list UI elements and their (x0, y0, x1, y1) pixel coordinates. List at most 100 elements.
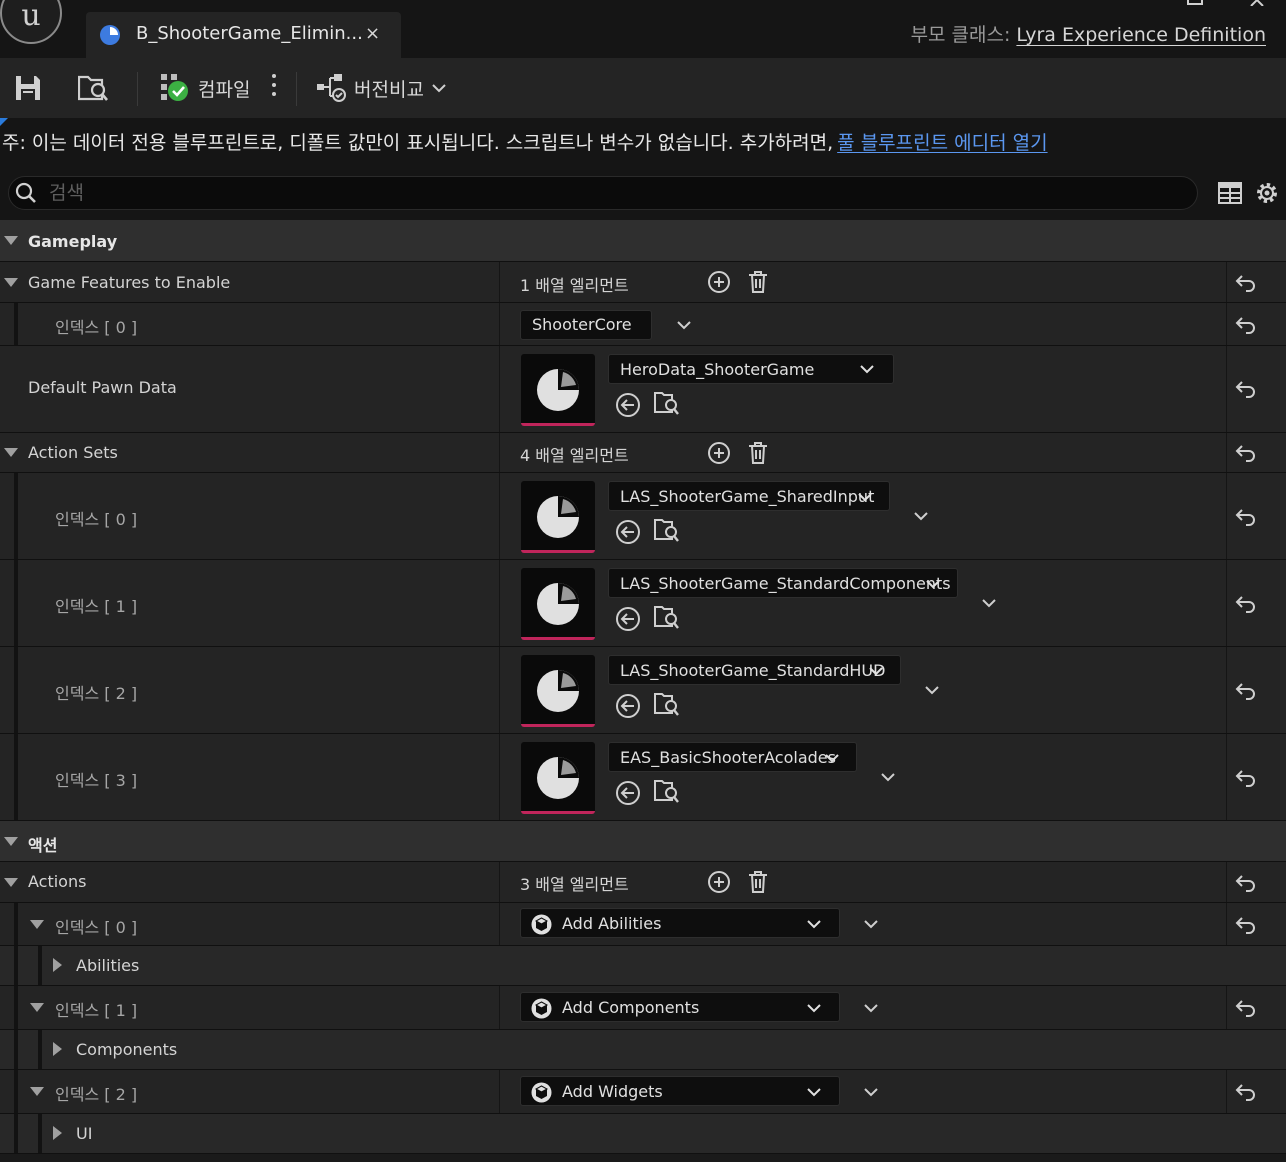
action-set-picker[interactable]: LAS_ShooterGame_SharedInput (608, 481, 890, 511)
diff-label: 버전비교 (354, 78, 424, 101)
expand-arrow-icon[interactable] (30, 1087, 44, 1096)
save-button[interactable] (14, 68, 42, 108)
reset-to-default-icon[interactable] (1235, 769, 1257, 787)
chevron-down-icon[interactable] (676, 320, 692, 330)
browse-to-asset-icon[interactable] (654, 390, 680, 416)
pawn-data-picker[interactable]: HeroData_ShooterGame (608, 354, 894, 384)
compile-label: 컴파일 (198, 78, 251, 101)
parent-class-info: 부모 클래스: Lyra Experience Definition (911, 20, 1266, 47)
action-class-picker[interactable]: Add Widgets (520, 1076, 840, 1106)
array-index-label: 인덱스 [ 3 ] (55, 771, 138, 790)
use-selected-asset-icon[interactable] (615, 392, 641, 418)
expand-arrow-icon[interactable] (4, 878, 18, 887)
browse-to-asset-icon[interactable] (654, 778, 680, 804)
use-selected-asset-icon[interactable] (615, 693, 641, 719)
reset-to-default-icon[interactable] (1235, 380, 1257, 398)
reset-to-default-icon[interactable] (1235, 595, 1257, 613)
asset-thumbnail[interactable] (521, 742, 595, 814)
category-actions[interactable]: 액션 (0, 821, 1286, 862)
chevron-down-icon (807, 920, 821, 929)
expand-arrow-icon[interactable] (4, 448, 18, 457)
data-asset-pie-icon (537, 369, 579, 411)
browse-to-asset-icon[interactable] (654, 691, 680, 717)
action-class-icon (531, 998, 552, 1019)
asset-thumbnail[interactable] (521, 655, 595, 727)
browse-to-asset-icon[interactable] (654, 517, 680, 543)
action-class-picker[interactable]: Add Components (520, 992, 840, 1022)
property-matrix-icon[interactable] (1218, 181, 1242, 205)
parent-class-label: 부모 클래스: (910, 24, 1011, 46)
chevron-down-icon (825, 754, 839, 763)
action-set-picker[interactable]: EAS_BasicShooterAcolades (608, 742, 857, 772)
collapse-arrow-icon[interactable] (53, 958, 62, 972)
reset-to-default-icon[interactable] (1235, 508, 1257, 526)
title-bar: u B_ShooterGame_Elimin... × 부모 클래스: Lyra … (0, 0, 1286, 58)
game-feature-name-field[interactable]: ShooterCore (520, 310, 652, 340)
close-window-icon[interactable] (1250, 0, 1266, 6)
add-element-icon[interactable] (707, 441, 731, 465)
asset-thumbnail[interactable] (521, 568, 595, 640)
reset-to-default-icon[interactable] (1235, 999, 1257, 1017)
reset-to-default-icon[interactable] (1235, 1083, 1257, 1101)
struct-child-row[interactable]: Components (0, 1030, 1286, 1070)
action-class-picker[interactable]: Add Abilities (520, 908, 840, 938)
use-selected-asset-icon[interactable] (615, 519, 641, 545)
browse-to-asset-icon[interactable] (654, 604, 680, 630)
reset-to-default-icon[interactable] (1235, 682, 1257, 700)
asset-thumbnail[interactable] (521, 481, 595, 553)
struct-child-row[interactable]: Abilities (0, 946, 1286, 986)
chevron-down-icon (860, 365, 874, 374)
add-element-icon[interactable] (707, 870, 731, 894)
open-full-editor-link[interactable]: 풀 블루프린트 에디터 열기 (837, 132, 1047, 154)
chevron-down-icon[interactable] (913, 511, 929, 521)
restore-window-icon[interactable] (1186, 0, 1204, 6)
chevron-down-icon[interactable] (924, 685, 940, 695)
data-asset-pie-icon (537, 670, 579, 712)
chevron-down-icon[interactable] (863, 919, 879, 929)
struct-child-row[interactable]: UI (0, 1114, 1286, 1154)
category-gameplay[interactable]: Gameplay (0, 220, 1286, 262)
chevron-down-icon[interactable] (981, 598, 997, 608)
use-selected-asset-icon[interactable] (615, 780, 641, 806)
unreal-logo-icon[interactable]: u (0, 0, 62, 44)
use-selected-asset-icon[interactable] (615, 606, 641, 632)
tab-close-button[interactable]: × (365, 23, 380, 44)
compile-button[interactable]: 컴파일 (160, 68, 250, 108)
expand-arrow-icon[interactable] (4, 278, 18, 287)
reset-to-default-icon[interactable] (1235, 444, 1257, 462)
array-item-row: 인덱스 [ 2 ] Add Widgets (0, 1070, 1286, 1114)
array-index-label: 인덱스 [ 2 ] (55, 684, 138, 703)
gear-icon[interactable] (1254, 180, 1280, 206)
property-label: Default Pawn Data (28, 378, 177, 397)
chevron-down-icon[interactable] (880, 772, 896, 782)
array-item-row: 인덱스 [ 1 ] Add Components (0, 986, 1286, 1030)
reset-to-default-icon[interactable] (1235, 916, 1257, 934)
collapse-arrow-icon[interactable] (53, 1042, 62, 1056)
search-box[interactable] (8, 176, 1198, 210)
asset-thumbnail[interactable] (521, 354, 595, 426)
parent-class-link[interactable]: Lyra Experience Definition (1016, 24, 1266, 46)
document-tab[interactable]: B_ShooterGame_Elimin... × (86, 12, 401, 58)
trash-icon[interactable] (746, 441, 770, 465)
diff-button[interactable]: 버전비교 (316, 68, 446, 108)
expand-arrow-icon[interactable] (30, 920, 44, 929)
collapse-arrow-icon[interactable] (53, 1126, 62, 1140)
expand-arrow-icon[interactable] (30, 1003, 44, 1012)
action-class-icon (531, 914, 552, 935)
action-set-picker[interactable]: LAS_ShooterGame_StandardHUD (608, 655, 901, 685)
action-set-picker[interactable]: LAS_ShooterGame_StandardComponents (608, 568, 958, 598)
reset-to-default-icon[interactable] (1235, 316, 1257, 334)
search-input[interactable] (49, 179, 1149, 207)
chevron-down-icon[interactable] (863, 1003, 879, 1013)
property-row-action-sets: Action Sets 4 배열 엘리먼트 (0, 433, 1286, 473)
reset-to-default-icon[interactable] (1235, 274, 1257, 292)
expand-arrow-icon[interactable] (4, 837, 18, 846)
trash-icon[interactable] (746, 870, 770, 894)
trash-icon[interactable] (746, 270, 770, 294)
browse-asset-button[interactable] (78, 68, 110, 108)
reset-to-default-icon[interactable] (1235, 874, 1257, 892)
chevron-down-icon[interactable] (863, 1087, 879, 1097)
add-element-icon[interactable] (707, 270, 731, 294)
compile-options-icon[interactable] (271, 74, 277, 101)
expand-arrow-icon[interactable] (4, 236, 18, 245)
